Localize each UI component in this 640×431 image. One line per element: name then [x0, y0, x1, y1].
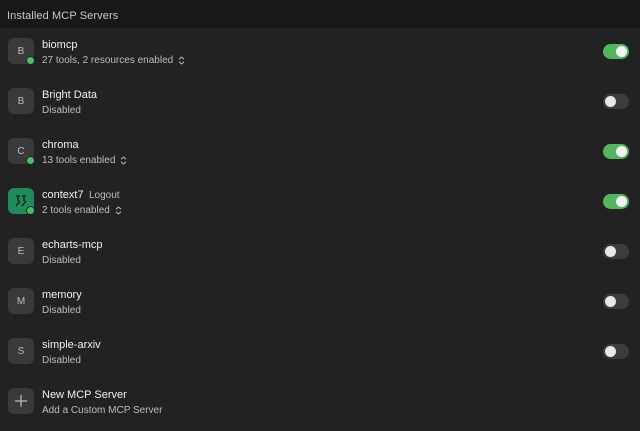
- server-row-context7[interactable]: context7 Logout 2 tools enabled: [0, 178, 640, 228]
- server-row-simple-arxiv[interactable]: S simple-arxiv Disabled: [0, 328, 640, 378]
- server-name: chroma: [42, 139, 79, 151]
- page-title: Installed MCP Servers: [7, 10, 119, 22]
- server-row-bright-data[interactable]: B Bright Data Disabled: [0, 78, 640, 128]
- server-name: biomcp: [42, 39, 78, 51]
- server-toggle[interactable]: [603, 294, 629, 309]
- toggle-knob: [605, 296, 616, 307]
- chevron-up-down-icon[interactable]: [115, 206, 122, 215]
- server-status: Disabled: [42, 305, 81, 316]
- server-subtitle: 13 tools enabled: [42, 155, 116, 166]
- chevron-up-down-icon[interactable]: [178, 56, 185, 65]
- status-dot: [26, 206, 35, 215]
- server-toggle[interactable]: [603, 94, 629, 109]
- new-server-subtitle: Add a Custom MCP Server: [42, 405, 163, 416]
- logout-link[interactable]: Logout: [89, 190, 120, 201]
- server-toggle[interactable]: [603, 144, 629, 159]
- server-row-memory[interactable]: M memory Disabled: [0, 278, 640, 328]
- chevron-up-down-icon[interactable]: [120, 156, 127, 165]
- toggle-knob: [616, 196, 627, 207]
- server-toggle[interactable]: [603, 244, 629, 259]
- new-server-title: New MCP Server: [42, 389, 127, 401]
- server-avatar: B: [8, 88, 34, 114]
- server-status: Disabled: [42, 105, 81, 116]
- server-subtitle: Disabled: [42, 105, 81, 116]
- server-list: B biomcp 27 tools, 2 resources enabled B…: [0, 28, 640, 431]
- toggle-knob: [605, 246, 616, 257]
- plus-icon[interactable]: [8, 388, 34, 414]
- server-row-echarts-mcp[interactable]: E echarts-mcp Disabled: [0, 228, 640, 278]
- header: Installed MCP Servers: [0, 0, 640, 28]
- server-toggle[interactable]: [603, 194, 629, 209]
- server-status[interactable]: 2 tools enabled: [42, 205, 122, 216]
- server-status: Disabled: [42, 355, 81, 366]
- toggle-knob: [616, 46, 627, 57]
- server-status[interactable]: 27 tools, 2 resources enabled: [42, 55, 185, 66]
- toggle-knob: [616, 146, 627, 157]
- new-mcp-server-button[interactable]: New MCP Server Add a Custom MCP Server: [0, 378, 640, 428]
- server-status[interactable]: 13 tools enabled: [42, 155, 127, 166]
- server-subtitle: 27 tools, 2 resources enabled: [42, 55, 174, 66]
- server-row-biomcp[interactable]: B biomcp 27 tools, 2 resources enabled: [0, 28, 640, 78]
- server-avatar: S: [8, 338, 34, 364]
- toggle-knob: [605, 96, 616, 107]
- server-subtitle: Disabled: [42, 255, 81, 266]
- server-name: simple-arxiv: [42, 339, 101, 351]
- new-server-status: Add a Custom MCP Server: [42, 405, 162, 416]
- server-subtitle: Disabled: [42, 355, 81, 366]
- server-toggle[interactable]: [603, 44, 629, 59]
- status-dot: [26, 156, 35, 165]
- server-avatar: E: [8, 238, 34, 264]
- server-name: memory: [42, 289, 82, 301]
- server-name: context7: [42, 189, 84, 201]
- server-avatar: M: [8, 288, 34, 314]
- server-row-chroma[interactable]: C chroma 13 tools enabled: [0, 128, 640, 178]
- toggle-knob: [605, 346, 616, 357]
- server-toggle[interactable]: [603, 344, 629, 359]
- status-dot: [26, 56, 35, 65]
- server-subtitle: 2 tools enabled: [42, 205, 110, 216]
- server-name: Bright Data: [42, 89, 98, 101]
- server-status: Disabled: [42, 255, 81, 266]
- server-subtitle: Disabled: [42, 305, 81, 316]
- server-name: echarts-mcp: [42, 239, 103, 251]
